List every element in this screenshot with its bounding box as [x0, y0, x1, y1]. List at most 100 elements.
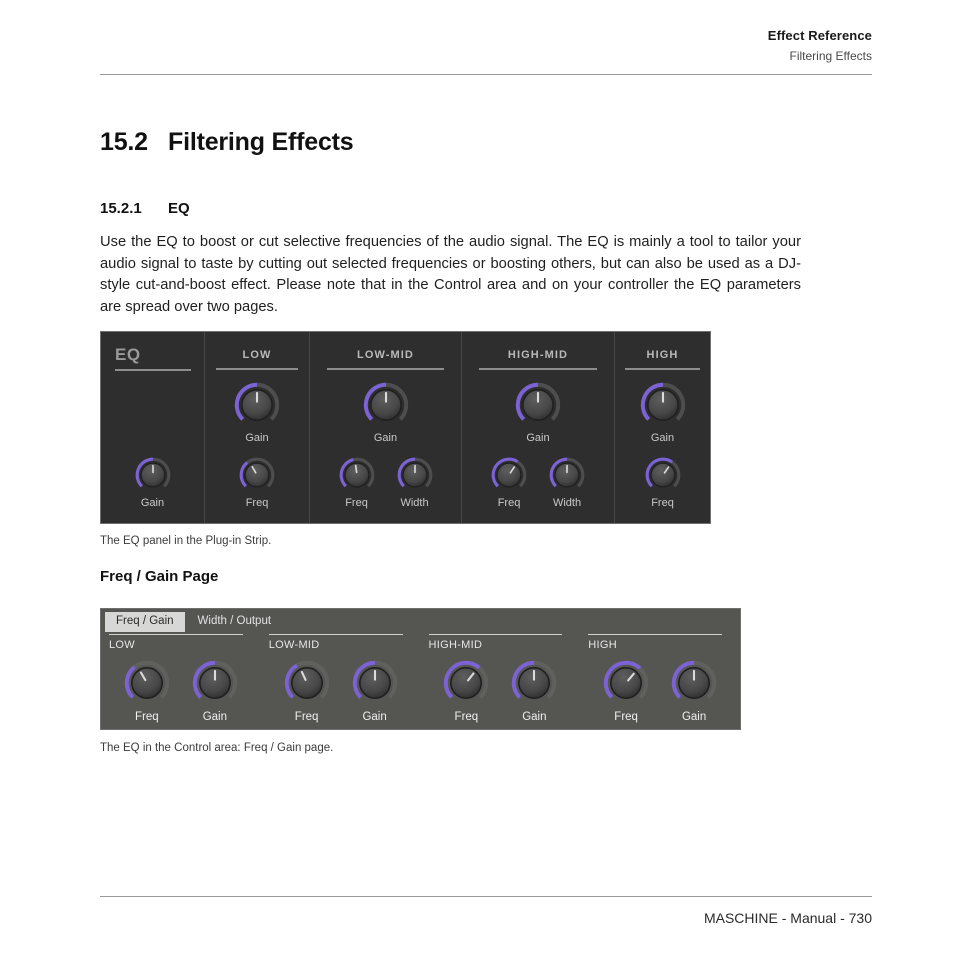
knob-dial-icon	[239, 457, 275, 488]
strip-column-header-label: LOW	[242, 349, 272, 361]
knob-dial-icon	[603, 660, 649, 699]
knob-dial-icon	[284, 660, 329, 699]
running-head-title: Effect Reference	[767, 28, 872, 43]
strip-column-header-label: HIGH-MID	[507, 349, 569, 361]
header-underline	[216, 368, 298, 370]
knob-label: Gain	[650, 432, 675, 444]
knob-label: Width	[552, 497, 582, 509]
knob-label: Gain	[245, 432, 269, 444]
control-section-low-mid: LOW-MID Freq Gain	[261, 633, 421, 729]
knob-high-freq[interactable]: Freq	[603, 660, 649, 723]
knob-label: Freq	[294, 711, 319, 723]
knob-label: Gain	[373, 432, 398, 444]
knob-label: Gain	[202, 711, 228, 723]
control-area-tabs: Freq / Gain Width / Output	[105, 612, 282, 632]
knob-high-mid-gain[interactable]: Gain	[511, 660, 557, 723]
section-divider	[109, 634, 243, 635]
figure-2-caption: The EQ in the Control area: Freq / Gain …	[100, 742, 334, 754]
knob-dial-icon	[671, 660, 717, 699]
section-number: 15.2	[100, 128, 148, 156]
knob-dial-icon	[192, 660, 238, 699]
section-title: Filtering Effects	[168, 128, 354, 156]
knob-low-mid-freq[interactable]: Freq	[339, 457, 375, 509]
knob-label: Width	[400, 497, 429, 509]
footer-text: MASCHINE - Manual - 730	[703, 910, 872, 926]
strip-column-eq: EQ Gain	[101, 332, 205, 523]
knob-low-freq[interactable]: Freq	[124, 660, 170, 723]
strip-knob-row-bottom: Freq	[205, 457, 309, 509]
control-section-high: HIGH Freq Gain	[580, 633, 740, 729]
knob-label: Freq	[651, 497, 674, 509]
strip-column-header-label: HIGH	[646, 349, 679, 361]
subsection-title: EQ	[168, 200, 190, 217]
knob-eq-gain[interactable]: Gain	[135, 457, 171, 509]
strip-column-low: LOW Gain Freq	[205, 332, 310, 523]
strip-column-header: LOW	[205, 345, 309, 370]
section-heading: 15.2 Filtering Effects	[100, 128, 354, 157]
control-section-label: LOW	[109, 639, 135, 651]
subsection-number: 15.2.1	[100, 200, 142, 217]
knob-dial-icon	[135, 457, 170, 488]
knob-high-gain[interactable]: Gain	[671, 660, 717, 723]
strip-knob-row-top: Gain	[462, 382, 614, 444]
knob-dial-icon	[397, 457, 432, 488]
strip-column-low-mid: LOW-MID Gain Freq Width	[310, 332, 462, 523]
knob-label: Freq	[497, 497, 521, 509]
page-heading: Freq / Gain Page	[100, 568, 219, 585]
knob-low-mid-freq[interactable]: Freq	[284, 660, 330, 723]
knob-label: Freq	[135, 711, 159, 723]
header-underline	[625, 368, 700, 370]
control-section-low: LOW Freq Gain	[101, 633, 261, 729]
header-underline	[326, 368, 445, 370]
tab-freq-gain[interactable]: Freq / Gain	[105, 612, 185, 632]
header-divider	[100, 74, 872, 75]
knob-low-mid-width[interactable]: Width	[397, 457, 433, 509]
knob-dial-icon	[515, 382, 561, 421]
strip-knob-row-bottom: Gain	[101, 457, 204, 509]
strip-column-header-label: LOW-MID	[357, 349, 414, 361]
strip-knob-row-top: Gain	[205, 382, 309, 444]
strip-column-header: EQ	[101, 345, 204, 371]
knob-dial-icon	[234, 382, 280, 421]
knob-high-gain[interactable]: Gain	[640, 382, 686, 444]
control-section-high-mid: HIGH-MID Freq Gain	[421, 633, 581, 729]
knob-label: Gain	[526, 432, 550, 444]
tab-width-output[interactable]: Width / Output	[187, 612, 283, 632]
knob-high-mid-gain[interactable]: Gain	[515, 382, 561, 444]
knob-label: Gain	[140, 497, 165, 509]
strip-knob-row-top: Gain	[310, 382, 461, 444]
knob-high-mid-freq[interactable]: Freq	[491, 457, 527, 509]
strip-column-high-mid: HIGH-MID Gain Freq Width	[462, 332, 615, 523]
knob-dial-icon	[363, 382, 408, 421]
knob-label: Gain	[681, 711, 707, 723]
strip-column-header: LOW-MID	[310, 345, 461, 370]
knob-high-mid-width[interactable]: Width	[549, 457, 585, 509]
control-knob-row: Freq Gain	[580, 660, 740, 723]
knob-low-mid-gain[interactable]: Gain	[352, 660, 398, 723]
knob-dial-icon	[444, 660, 489, 699]
strip-knob-row-top: Gain	[615, 382, 710, 444]
knob-low-mid-gain[interactable]: Gain	[363, 382, 409, 444]
knob-dial-icon	[352, 660, 397, 699]
header-underline	[115, 369, 191, 371]
strip-column-header-label: EQ	[115, 345, 141, 364]
knob-low-freq[interactable]: Freq	[239, 457, 275, 509]
control-section-label: LOW-MID	[268, 639, 320, 651]
knob-dial-icon	[339, 457, 374, 488]
eq-plugin-strip: EQ GainLOW Gain FreqLOW-MID Gain Freq	[100, 331, 711, 524]
control-section-label: HIGH	[588, 639, 617, 651]
knob-high-mid-freq[interactable]: Freq	[443, 660, 489, 723]
section-divider	[268, 634, 403, 635]
knob-low-gain[interactable]: Gain	[192, 660, 238, 723]
running-head: Effect Reference Filtering Effects	[100, 28, 872, 65]
strip-knob-row-bottom: Freq	[615, 457, 710, 509]
control-section-label: HIGH-MID	[428, 639, 483, 651]
control-area-sections: LOW Freq Gain LOW-MID Freq Gain HIGH-MID F…	[101, 633, 740, 729]
strip-knob-row-bottom: Freq Width	[462, 457, 614, 509]
knob-dial-icon	[549, 457, 585, 488]
strip-knob-row-bottom: Freq Width	[310, 457, 461, 509]
control-knob-row: Freq Gain	[101, 660, 261, 723]
knob-low-gain[interactable]: Gain	[234, 382, 280, 444]
running-head-subtitle: Filtering Effects	[789, 49, 872, 63]
knob-high-freq[interactable]: Freq	[645, 457, 681, 509]
